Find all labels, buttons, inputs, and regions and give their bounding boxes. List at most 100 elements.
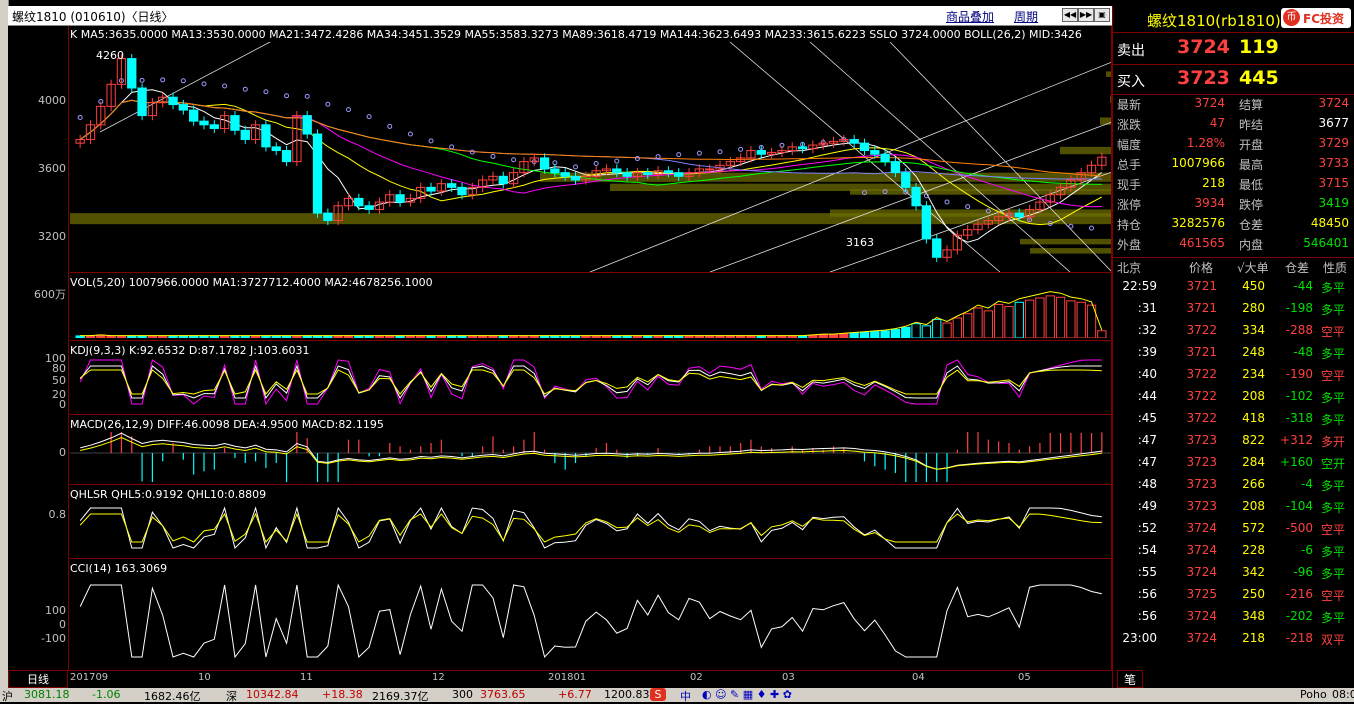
candle-body: [447, 183, 457, 188]
volume-bar: [921, 325, 932, 338]
prev-icon[interactable]: ◀◀: [1062, 8, 1078, 22]
volume-bar: [281, 335, 292, 338]
volume-bar: [932, 318, 942, 338]
volume-bar: [477, 335, 488, 338]
kdj-chart[interactable]: [70, 354, 1112, 410]
quote-field-row: 现手 218 最低 3715: [1113, 176, 1354, 196]
tick-nature: 多平: [1321, 611, 1346, 625]
next-icon[interactable]: ▶▶: [1078, 8, 1094, 22]
candle-body: [261, 124, 271, 148]
candle-body: [663, 170, 674, 174]
volume-bar: [1004, 306, 1014, 338]
volume-bar: [612, 335, 622, 338]
quote-field-row: 最新 3724 结算 3724: [1113, 96, 1354, 116]
qhl-chart[interactable]: [70, 500, 1112, 556]
quote-field-row: 涨跌 47 昨结 3677: [1113, 116, 1354, 136]
tick-row[interactable]: 22:59 3721 450 -44 多平: [1113, 279, 1354, 299]
tick-tab[interactable]: 笔: [1117, 670, 1143, 688]
tick-row[interactable]: 23:00 3724 218 -218 双平: [1113, 631, 1354, 651]
buy-row: 买入 3723 445: [1113, 67, 1354, 93]
tick-row[interactable]: :48 3723 266 -4 多平: [1113, 477, 1354, 497]
candle-body: [168, 96, 178, 106]
divider: [1113, 94, 1354, 95]
tick-oi-change: -500: [1285, 521, 1313, 535]
candle-body: [178, 104, 189, 111]
logo: 币 FC投资: [1281, 8, 1351, 28]
boll-dot: [77, 114, 83, 120]
tick-price: 3724: [1186, 631, 1217, 645]
volume-bar: [219, 335, 230, 338]
field-label: 总手: [1117, 158, 1142, 172]
tick-row[interactable]: :45 3722 418 -318 多平: [1113, 411, 1354, 431]
ime-toolbar-icons[interactable]: ◐ ☺ ✎ ▦ ♦ ✚ ✿: [702, 688, 792, 701]
boll-dot: [511, 157, 517, 163]
window-icon[interactable]: ▣: [1094, 8, 1110, 22]
period-box[interactable]: 日线: [8, 670, 68, 688]
volume-bar: [797, 335, 808, 338]
volume-bar: [1035, 297, 1045, 338]
volume-bar: [570, 335, 581, 338]
volume-bar: [942, 322, 952, 338]
sh-change: -1.06: [92, 688, 121, 701]
macd-chart[interactable]: [70, 432, 1112, 482]
overlay-link[interactable]: 商品叠加: [946, 8, 994, 25]
field-label: 最低: [1239, 178, 1264, 192]
tick-row[interactable]: :39 3721 248 -48 多平: [1113, 345, 1354, 365]
tick-volume: 248: [1242, 345, 1265, 359]
cci-line: [79, 583, 1102, 659]
tick-oi-change: -190: [1285, 367, 1313, 381]
volume-bar: [735, 335, 746, 338]
tick-row[interactable]: :32 3722 334 -288 空平: [1113, 323, 1354, 343]
buy-price: 3723: [1177, 67, 1230, 89]
tick-row[interactable]: :40 3722 234 -190 空平: [1113, 367, 1354, 387]
boll-dot: [634, 156, 640, 162]
tick-row[interactable]: :56 3724 348 -202 多平: [1113, 609, 1354, 629]
field-value: 3724: [1318, 96, 1349, 110]
divider: [1113, 257, 1354, 258]
kdj-ytick: 0: [59, 398, 66, 411]
volume-bar: [963, 313, 973, 338]
tick-row[interactable]: :31 3721 280 -198 多平: [1113, 301, 1354, 321]
qhl10-line: [79, 512, 1102, 543]
tick-row[interactable]: :52 3724 572 -500 空平: [1113, 521, 1354, 541]
tick-list[interactable]: 22:59 3721 450 -44 多平:31 3721 280 -198 多平:32 3722…: [1113, 279, 1354, 653]
tick-row[interactable]: :47 3723 822 +312 多开: [1113, 433, 1354, 453]
tick-row[interactable]: :56 3725 250 -216 空平: [1113, 587, 1354, 607]
field-value: 3934: [1194, 196, 1225, 210]
cci-chart[interactable]: [70, 574, 1112, 668]
field-value: 1007966: [1171, 156, 1225, 170]
volume-bar: [364, 335, 374, 338]
tick-row[interactable]: :55 3724 342 -96 多平: [1113, 565, 1354, 585]
volume-bar: [777, 335, 787, 338]
volume-bar: [1024, 299, 1035, 338]
volume-bar: [302, 335, 312, 338]
contract-name: 螺纹1810(rb1810): [1147, 12, 1281, 30]
tick-price: 3722: [1186, 411, 1217, 425]
boll-dot: [284, 93, 290, 99]
volume-bar: [447, 335, 457, 338]
volume-profile-band: [1060, 146, 1112, 155]
volume-bar: [436, 335, 447, 338]
volume-bar: [529, 335, 539, 338]
ime-logo-icon[interactable]: S: [650, 688, 666, 701]
tick-row[interactable]: :47 3723 284 +160 空开: [1113, 455, 1354, 475]
candle-body: [570, 175, 581, 181]
tick-volume: 284: [1242, 455, 1265, 469]
tick-row[interactable]: :54 3724 228 -6 多平: [1113, 543, 1354, 563]
tick-row[interactable]: :49 3723 208 -104 多平: [1113, 499, 1354, 519]
volume-bar: [199, 335, 209, 338]
volume-chart[interactable]: [70, 288, 1112, 338]
tick-row[interactable]: :44 3722 208 -102 多平: [1113, 389, 1354, 409]
field-label: 幅度: [1117, 138, 1142, 152]
candle-body: [674, 172, 684, 177]
volume-bar: [1014, 301, 1024, 338]
cci-ytick: 100: [45, 604, 66, 617]
tick-nature: 空开: [1321, 457, 1346, 471]
sh-value: 3081.18: [24, 688, 70, 701]
volume-profile-band: [1030, 248, 1112, 254]
field-label: 持仓: [1117, 218, 1142, 232]
kline-chart[interactable]: [70, 42, 1112, 272]
period-link[interactable]: 周期: [1014, 8, 1038, 25]
tick-nature: 双平: [1321, 633, 1346, 647]
macd-diff-line: [80, 432, 1102, 470]
